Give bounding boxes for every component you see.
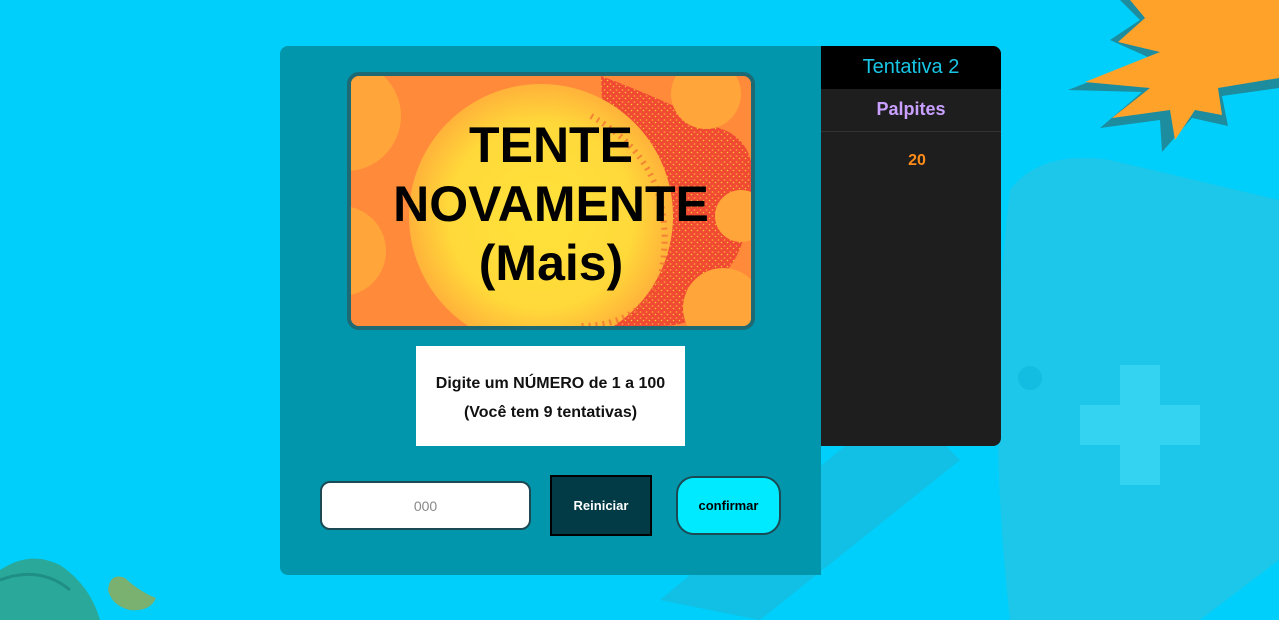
instructions-line2: (Você tem 9 tentativas) bbox=[463, 404, 638, 421]
restart-button[interactable]: Reiniciar bbox=[550, 475, 652, 536]
guess-input[interactable] bbox=[320, 481, 531, 530]
confirm-button[interactable]: confirmar bbox=[676, 476, 781, 535]
game-panel: TENTE NOVAMENTE (Mais) Digite um NÚMERO … bbox=[280, 46, 821, 575]
wave-decoration bbox=[0, 558, 156, 620]
result-message: TENTE NOVAMENTE (Mais) bbox=[351, 116, 751, 293]
guess-list-item: 20 bbox=[908, 152, 926, 169]
instructions-line1: Digite um NÚMERO de 1 a 100 bbox=[435, 375, 666, 392]
attempt-counter: Tentativa 2 bbox=[821, 46, 1001, 89]
result-screen: TENTE NOVAMENTE (Mais) bbox=[347, 72, 755, 330]
guesses-panel: Tentativa 2 Palpites 20 bbox=[821, 46, 1001, 446]
instructions-box: Digite um NÚMERO de 1 a 100 (Você tem 9 … bbox=[416, 346, 685, 446]
result-message-line1: TENTE bbox=[469, 117, 633, 173]
result-message-line3: (Mais) bbox=[478, 235, 624, 291]
result-message-line2: NOVAMENTE bbox=[393, 176, 709, 232]
guesses-title: Palpites bbox=[821, 89, 1001, 132]
guess-list: 20 bbox=[821, 132, 1001, 171]
starburst-decoration bbox=[1068, 0, 1279, 152]
